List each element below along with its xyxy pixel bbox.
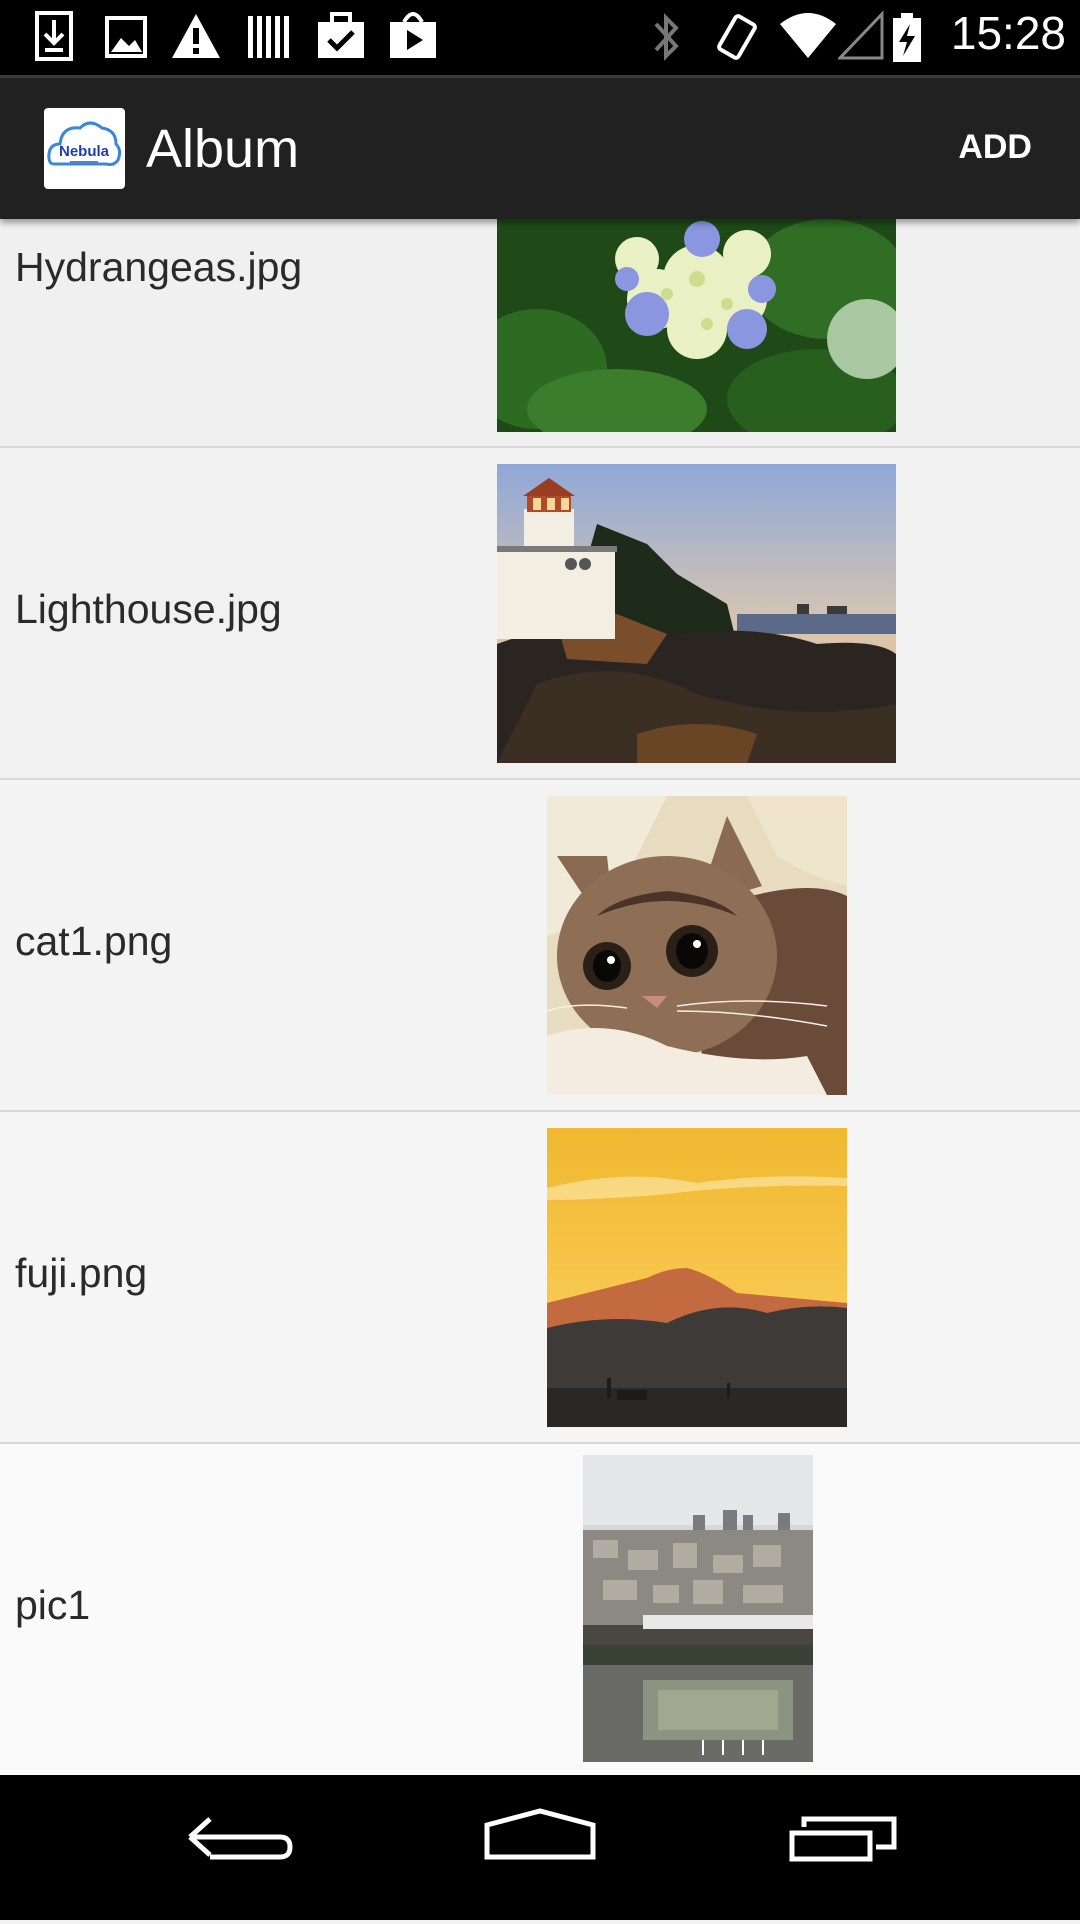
back-button[interactable] <box>140 1775 340 1920</box>
nebula-cloud-icon: Nebula <box>47 121 122 166</box>
home-icon <box>484 1808 596 1860</box>
page-title: Album <box>146 119 300 179</box>
recent-apps-icon <box>789 1816 897 1862</box>
item-label: cat1.png <box>15 918 173 964</box>
download-icon <box>35 11 73 61</box>
city-thumbnail <box>583 1455 813 1762</box>
recent-apps-button[interactable] <box>740 1775 940 1920</box>
list-item[interactable]: cat1.png <box>0 780 1080 1112</box>
battery-charging-icon <box>893 13 921 62</box>
item-label: Hydrangeas.jpg <box>15 244 303 290</box>
item-label: Lighthouse.jpg <box>15 586 282 632</box>
wifi-icon <box>780 13 836 58</box>
item-label: pic1 <box>15 1582 91 1628</box>
signal-icon <box>838 10 884 60</box>
image-icon <box>105 16 147 58</box>
fuji-thumbnail <box>547 1128 847 1427</box>
lighthouse-thumbnail <box>497 464 896 763</box>
navigation-bar <box>0 1775 1080 1920</box>
list-item[interactable]: Lighthouse.jpg <box>0 448 1080 780</box>
bluetooth-icon <box>654 13 679 61</box>
home-button[interactable] <box>440 1775 640 1920</box>
album-list[interactable]: Hydrangeas.jpg Lighthouse.jpg cat1.png f… <box>0 219 1080 1775</box>
list-item[interactable]: pic1 <box>0 1444 1080 1775</box>
action-bar: Nebula Album ADD <box>0 75 1080 219</box>
status-bar: 15:28 <box>0 0 1080 75</box>
cat-thumbnail <box>547 796 847 1095</box>
item-label: fuji.png <box>15 1250 148 1296</box>
vibrate-icon <box>717 14 757 60</box>
play-store-icon <box>390 12 436 58</box>
warning-icon <box>172 14 220 58</box>
hydrangeas-thumbnail <box>497 219 896 432</box>
list-item[interactable]: fuji.png <box>0 1112 1080 1444</box>
add-button[interactable]: ADD <box>958 128 1032 167</box>
briefcase-check-icon <box>318 12 364 58</box>
list-item[interactable]: Hydrangeas.jpg <box>0 219 1080 448</box>
barcode-icon <box>248 16 289 58</box>
app-logo: Nebula <box>44 108 125 189</box>
back-icon <box>188 1817 293 1860</box>
svg-text:Nebula: Nebula <box>59 143 110 160</box>
status-clock: 15:28 <box>950 7 1066 59</box>
